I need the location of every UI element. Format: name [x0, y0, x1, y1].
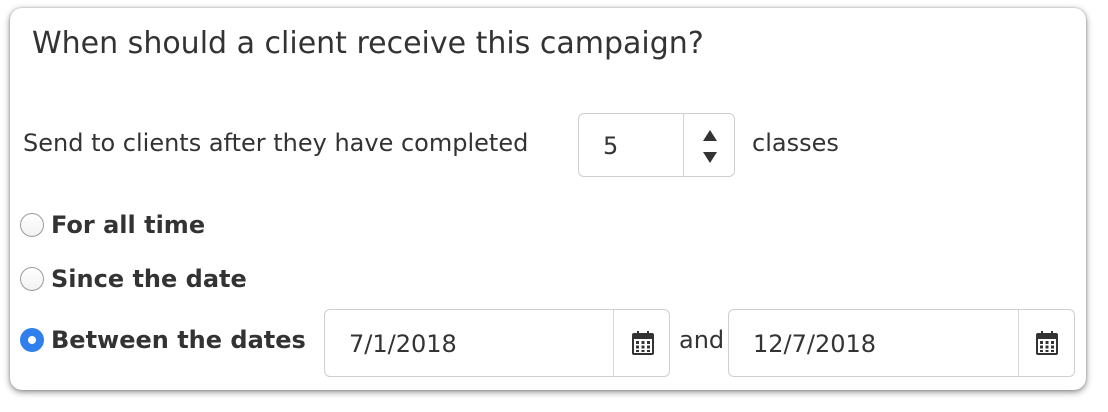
- send-rule-prefix: Send to clients after they have complete…: [23, 129, 529, 157]
- radio-between-the-dates[interactable]: [20, 328, 44, 352]
- option-label[interactable]: Since the date: [51, 264, 247, 294]
- option-label[interactable]: Between the dates: [51, 325, 306, 355]
- arrow-up-icon[interactable]: [703, 130, 717, 141]
- option-for-all-time[interactable]: For all time: [20, 210, 205, 240]
- campaign-schedule-panel: When should a client receive this campai…: [10, 8, 1086, 390]
- date-input-divider: [613, 310, 614, 376]
- calendar-icon[interactable]: [1036, 331, 1058, 355]
- option-label[interactable]: For all time: [51, 210, 205, 240]
- option-between-the-dates[interactable]: Between the dates: [20, 325, 306, 355]
- date-input-divider: [1018, 310, 1019, 376]
- start-date-value[interactable]: 7/1/2018: [349, 329, 457, 359]
- class-count-value[interactable]: 5: [603, 131, 618, 161]
- class-count-stepper[interactable]: 5: [578, 113, 735, 177]
- end-date-input[interactable]: 12/7/2018: [728, 309, 1075, 377]
- option-since-the-date[interactable]: Since the date: [20, 264, 247, 294]
- radio-since-the-date[interactable]: [20, 267, 44, 291]
- arrow-down-icon[interactable]: [703, 152, 717, 163]
- stepper-controls: [684, 114, 734, 176]
- calendar-icon[interactable]: [632, 331, 654, 355]
- date-range-joiner: and: [679, 326, 725, 354]
- section-title: When should a client receive this campai…: [32, 26, 704, 61]
- end-date-value[interactable]: 12/7/2018: [753, 329, 876, 359]
- send-rule-suffix: classes: [752, 129, 839, 157]
- start-date-input[interactable]: 7/1/2018: [324, 309, 670, 377]
- radio-for-all-time[interactable]: [20, 213, 44, 237]
